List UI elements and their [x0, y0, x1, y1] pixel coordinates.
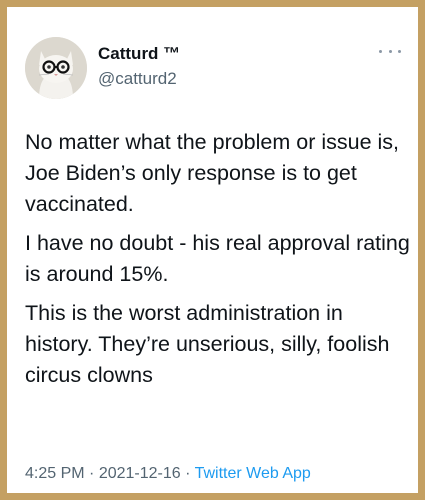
separator: ·: [185, 465, 191, 482]
cat-with-glasses-icon: [25, 37, 87, 99]
tweet-time[interactable]: 4:25 PM: [25, 465, 85, 482]
tweet-metadata: 4:25 PM · 2021-12-16 · Twitter Web App: [25, 465, 311, 483]
tweet-date[interactable]: 2021-12-16: [99, 465, 181, 482]
photo-frame: Catturd ™ @catturd2 No matter what the p…: [0, 0, 425, 500]
tweet-paragraph: I have no doubt - his real approval rati…: [25, 231, 410, 286]
author-display-name[interactable]: Catturd ™: [98, 44, 180, 64]
tweet-paragraph: This is the worst administration in hist…: [25, 301, 390, 387]
author-handle[interactable]: @catturd2: [98, 69, 177, 89]
tweet-paragraph: No matter what the problem or issue is, …: [25, 130, 400, 216]
avatar[interactable]: [25, 37, 87, 99]
separator: ·: [89, 465, 95, 482]
dot: [398, 49, 401, 53]
dot: [379, 49, 382, 53]
tweet-source-link[interactable]: Twitter Web App: [195, 465, 311, 482]
more-options-icon[interactable]: [379, 44, 401, 58]
tweet-text: No matter what the problem or issue is, …: [25, 127, 415, 399]
dot: [388, 49, 392, 53]
tweet-card: Catturd ™ @catturd2 No matter what the p…: [14, 14, 411, 486]
